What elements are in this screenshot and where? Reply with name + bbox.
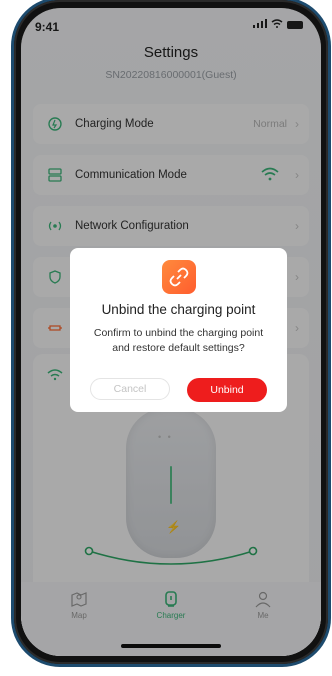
dialog-title: Unbind the charging point [101,302,256,317]
unbind-button[interactable]: Unbind [187,378,267,402]
dialog-message: Confirm to unbind the charging point and… [93,327,264,354]
unbind-dialog: Unbind the charging point Confirm to unb… [70,248,287,412]
dialog-buttons: Cancel Unbind [90,378,267,402]
app-screen: 9:41 Settings SN20220816000001(Guest) Ch… [21,8,321,656]
unlink-icon [161,260,196,294]
cancel-button[interactable]: Cancel [90,378,170,400]
